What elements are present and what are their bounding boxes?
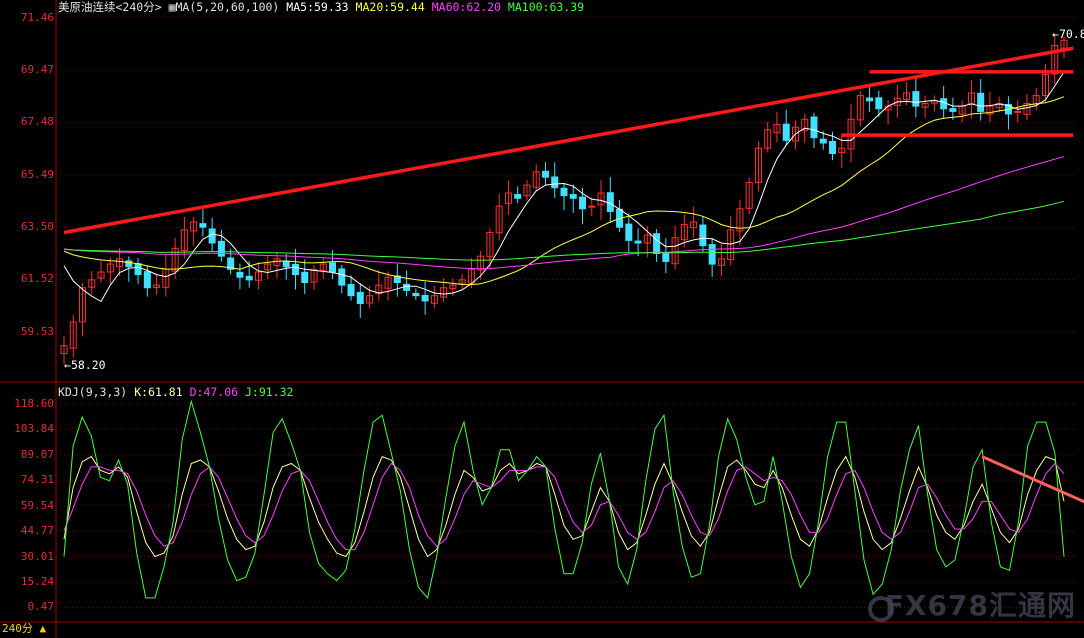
kdj-tick-label: 89.07 (20, 447, 54, 461)
candle-body (819, 138, 827, 144)
candle-body (699, 224, 707, 247)
candle-body (143, 271, 151, 289)
low-price-label: ←58.20 (64, 358, 106, 372)
price-tick-label: 59.53 (20, 324, 54, 338)
ma20-value: MA20:59.44 (355, 0, 425, 14)
candle-body (829, 140, 837, 155)
candle-body (347, 284, 355, 297)
k-value: K:61.81 (134, 385, 183, 399)
candle-body (708, 244, 716, 265)
symbol-title: 美原油连续 (58, 0, 116, 14)
high-price-value: 70.83 (1058, 27, 1084, 41)
price-tick-label: 71.46 (20, 10, 54, 24)
candle-body (579, 196, 587, 210)
candle-body (653, 233, 661, 255)
candle-body (782, 123, 790, 141)
price-tick-label: 67.48 (20, 115, 54, 129)
candle-body (875, 97, 883, 110)
kdj-tick-label: 59.54 (20, 498, 54, 512)
candle-body (866, 97, 874, 102)
ma100-value: MA100:63.39 (507, 0, 585, 14)
candle-body (810, 116, 818, 139)
candle-body (291, 263, 299, 276)
candle-body (551, 176, 559, 189)
kdj-tick-label: 118.60 (14, 396, 54, 410)
candle-body (412, 292, 420, 297)
candle-body (625, 223, 633, 241)
candle-body (1014, 110, 1022, 113)
candle-body (421, 294, 429, 302)
period-label: <240分> (115, 0, 162, 14)
kdj-params: KDJ(9,3,3) (58, 385, 128, 399)
kdj-tick-label: 103.84 (14, 422, 54, 436)
candle-body (560, 187, 568, 197)
ma60-value: MA60:62.20 (431, 0, 501, 14)
candle-body (236, 271, 244, 278)
candle-body (949, 108, 957, 112)
candle-body (134, 263, 142, 276)
candle-body (356, 291, 364, 305)
kdj-tick-label: 44.77 (20, 524, 54, 538)
price-tick-label: 61.52 (20, 272, 54, 286)
candle-body (912, 91, 920, 107)
candle-body (662, 253, 670, 262)
chart-type-icon[interactable]: ▦ (169, 0, 176, 14)
kdj-tick-label: 74.31 (20, 473, 54, 487)
kdj-header: KDJ(9,3,3) K:61.81 D:47.06 J:91.32 (58, 385, 293, 399)
candle-body (199, 223, 207, 228)
watermark: FX678汇通网 (884, 589, 1076, 622)
candle-body (514, 194, 522, 199)
candle-body (245, 275, 253, 281)
period-tab[interactable]: 240分 ▲ (2, 620, 46, 636)
kdj-d-line (63, 462, 1065, 551)
chart-header: 美原油连续<240分> ▦MA(5,20,60,100) MA5:59.33 M… (58, 0, 584, 14)
high-price-label: ←70.83 (1052, 27, 1084, 41)
candle-body (634, 240, 642, 244)
candle-body (569, 194, 577, 199)
candle-body (541, 170, 549, 178)
kdj-tick-label: 0.47 (27, 600, 55, 614)
price-tick-label: 69.47 (20, 63, 54, 77)
candle-body (208, 228, 216, 244)
trendline (63, 46, 1074, 235)
price-tick-label: 65.49 (20, 167, 54, 181)
candle-body (301, 271, 309, 284)
candle-body (338, 268, 346, 286)
candle-body (606, 192, 614, 212)
kdj-tick-label: 15.24 (20, 574, 54, 588)
candle-body (329, 262, 337, 273)
ma-params: MA(5,20,60,100) (175, 0, 280, 14)
candle-body (977, 92, 985, 112)
ma5-value: MA5:59.33 (286, 0, 349, 14)
candle-body (282, 260, 290, 268)
chart-canvas (0, 0, 1084, 638)
d-value: D:47.06 (189, 385, 239, 399)
candle-body (588, 205, 596, 208)
j-value: J:91.32 (245, 385, 294, 399)
down-arrow (981, 455, 1084, 504)
kdj-tick-label: 30.01 (20, 549, 54, 563)
price-tick-label: 63.50 (20, 220, 54, 234)
candle-body (403, 283, 411, 291)
low-price-value: 58.20 (70, 358, 106, 372)
